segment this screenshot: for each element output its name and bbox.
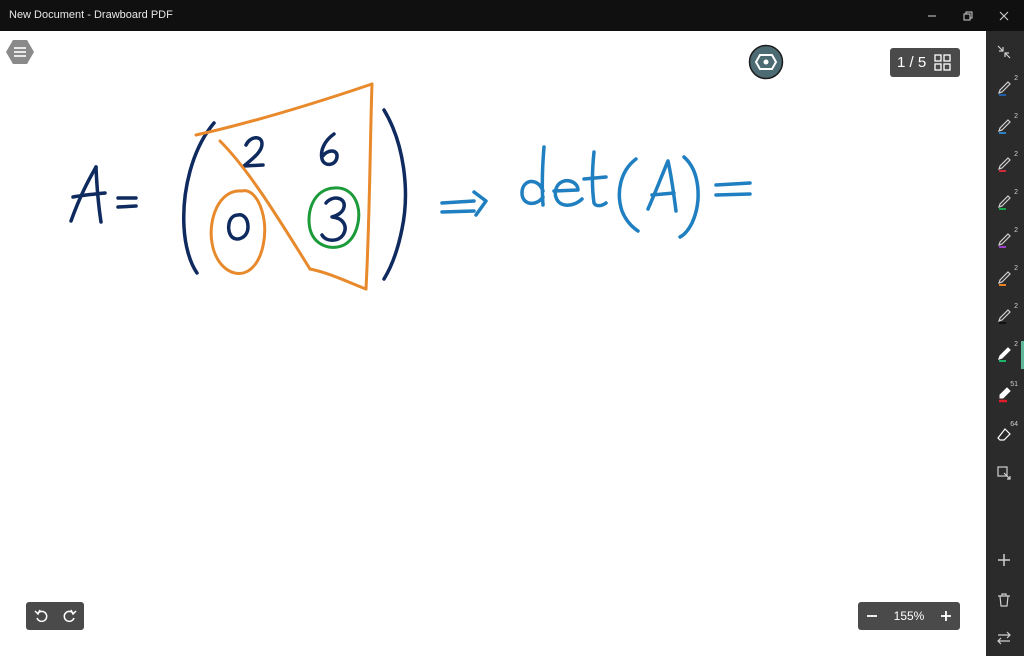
hamburger-menu-icon [6, 40, 34, 64]
tool-size: 2 [1014, 189, 1018, 196]
zoom-out-button[interactable] [858, 602, 886, 630]
plus-icon [998, 554, 1010, 566]
restore-button[interactable] [950, 4, 986, 28]
eraser-icon [997, 428, 1011, 441]
pen-icon [998, 271, 1011, 286]
collapse-arrows-icon [997, 45, 1011, 59]
pen-icon [998, 195, 1011, 210]
minus-icon [867, 615, 877, 617]
title-bar: New Document - Drawboard PDF [0, 0, 1024, 31]
tool-pen-4[interactable]: 2 [986, 187, 1024, 219]
undo-redo-group [26, 602, 84, 630]
tool-size: 2 [1014, 303, 1018, 310]
tool-size: 2 [1014, 341, 1018, 348]
pen-icon [998, 347, 1011, 362]
tool-size: 64 [1010, 421, 1018, 428]
tool-pen-8-selected[interactable]: 2 [986, 339, 1024, 371]
drawing-canvas[interactable]: 1 / 5 155% [0, 31, 986, 656]
ink-matrix-brackets [182, 108, 408, 281]
selection-icon [997, 466, 1011, 480]
toolbar-position-button[interactable] [986, 623, 1024, 655]
tool-pen-2[interactable]: 2 [986, 111, 1024, 143]
undo-button[interactable] [26, 602, 55, 630]
minimize-button[interactable] [914, 4, 950, 28]
tool-pen-6[interactable]: 2 [986, 263, 1024, 295]
tool-highlighter[interactable]: 51 [986, 379, 1024, 411]
window-title: New Document - Drawboard PDF [9, 9, 173, 21]
pen-icon [998, 119, 1011, 134]
ruler-toggle-button[interactable] [748, 44, 784, 80]
zoom-level[interactable]: 155% [886, 609, 932, 623]
ink-matrix-entry-3 [320, 196, 347, 242]
minimize-icon [928, 15, 936, 17]
ink-rhs-det-expression [440, 145, 752, 239]
page-indicator-text: 1 / 5 [897, 54, 927, 71]
plus-icon [941, 611, 951, 621]
pen-icon [998, 233, 1011, 248]
grid-icon [934, 54, 951, 71]
swap-arrows-icon [997, 631, 1011, 645]
close-icon [999, 11, 1009, 21]
tool-sidebar: 2 2 2 2 2 2 2 2 51 64 [986, 31, 1024, 656]
tool-pen-3[interactable]: 2 [986, 149, 1024, 181]
handwriting-layer [69, 82, 752, 291]
tool-lasso-select[interactable] [986, 457, 1024, 489]
ink-matrix-entry-6 [319, 132, 339, 167]
tool-size: 51 [1010, 381, 1018, 388]
restore-icon [963, 11, 973, 21]
tool-size: 2 [1014, 113, 1018, 120]
tool-size: 2 [1014, 151, 1018, 158]
tool-pen-7[interactable]: 2 [986, 301, 1024, 333]
pen-icon [998, 309, 1011, 324]
menu-button[interactable] [6, 39, 34, 65]
tool-eraser[interactable]: 64 [986, 419, 1024, 451]
undo-icon [33, 609, 47, 623]
delete-button[interactable] [986, 585, 1024, 617]
tool-pen-5[interactable]: 2 [986, 225, 1024, 257]
highlighter-icon [999, 387, 1011, 403]
page-navigator-button[interactable]: 1 / 5 [890, 48, 960, 77]
pen-icon [998, 157, 1011, 172]
ink-matrix-entry-0 [226, 213, 250, 241]
trash-icon [998, 593, 1010, 607]
redo-button[interactable] [55, 602, 84, 630]
zoom-in-button[interactable] [932, 602, 960, 630]
close-button[interactable] [986, 4, 1022, 28]
pen-icon [998, 81, 1011, 96]
tool-size: 2 [1014, 75, 1018, 82]
tool-size: 2 [1014, 227, 1018, 234]
ink-matrix-entry-2 [242, 136, 265, 168]
ink-orange-annotation [194, 82, 374, 291]
tool-pen-1[interactable]: 2 [986, 73, 1024, 105]
tool-size: 2 [1014, 265, 1018, 272]
zoom-control: 155% [858, 602, 960, 630]
redo-icon [63, 609, 77, 623]
hexagon-icon [748, 44, 784, 80]
add-tool-button[interactable] [986, 545, 1024, 577]
collapse-toolbar-button[interactable] [986, 37, 1024, 69]
ink-lhs-A-equals [69, 165, 138, 224]
